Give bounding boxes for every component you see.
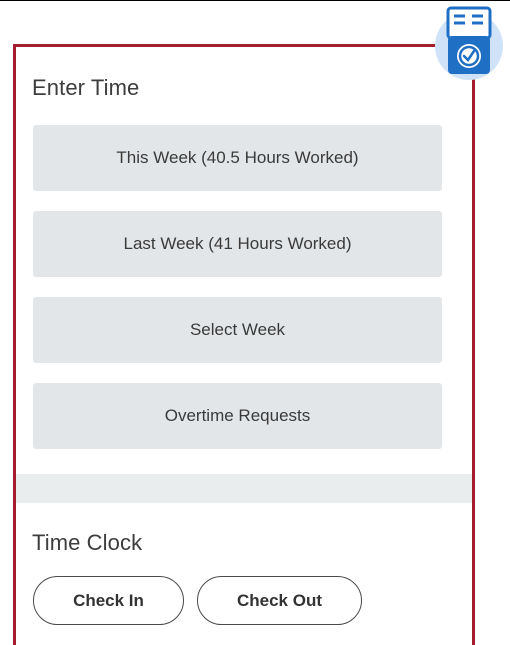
time-clock-app-icon[interactable] xyxy=(432,0,510,86)
overtime-requests-button[interactable]: Overtime Requests xyxy=(33,383,442,449)
check-out-button[interactable]: Check Out xyxy=(197,576,362,625)
this-week-button[interactable]: This Week (40.5 Hours Worked) xyxy=(33,125,442,191)
last-week-button[interactable]: Last Week (41 Hours Worked) xyxy=(33,211,442,277)
enter-time-title: Enter Time xyxy=(32,75,140,100)
time-panel: Enter Time This Week (40.5 Hours Worked)… xyxy=(13,44,475,645)
check-in-button[interactable]: Check In xyxy=(33,576,184,625)
time-clock-title: Time Clock xyxy=(32,530,143,555)
section-divider xyxy=(16,474,472,503)
select-week-button[interactable]: Select Week xyxy=(33,297,442,363)
clipboard-clock-icon xyxy=(435,6,503,80)
